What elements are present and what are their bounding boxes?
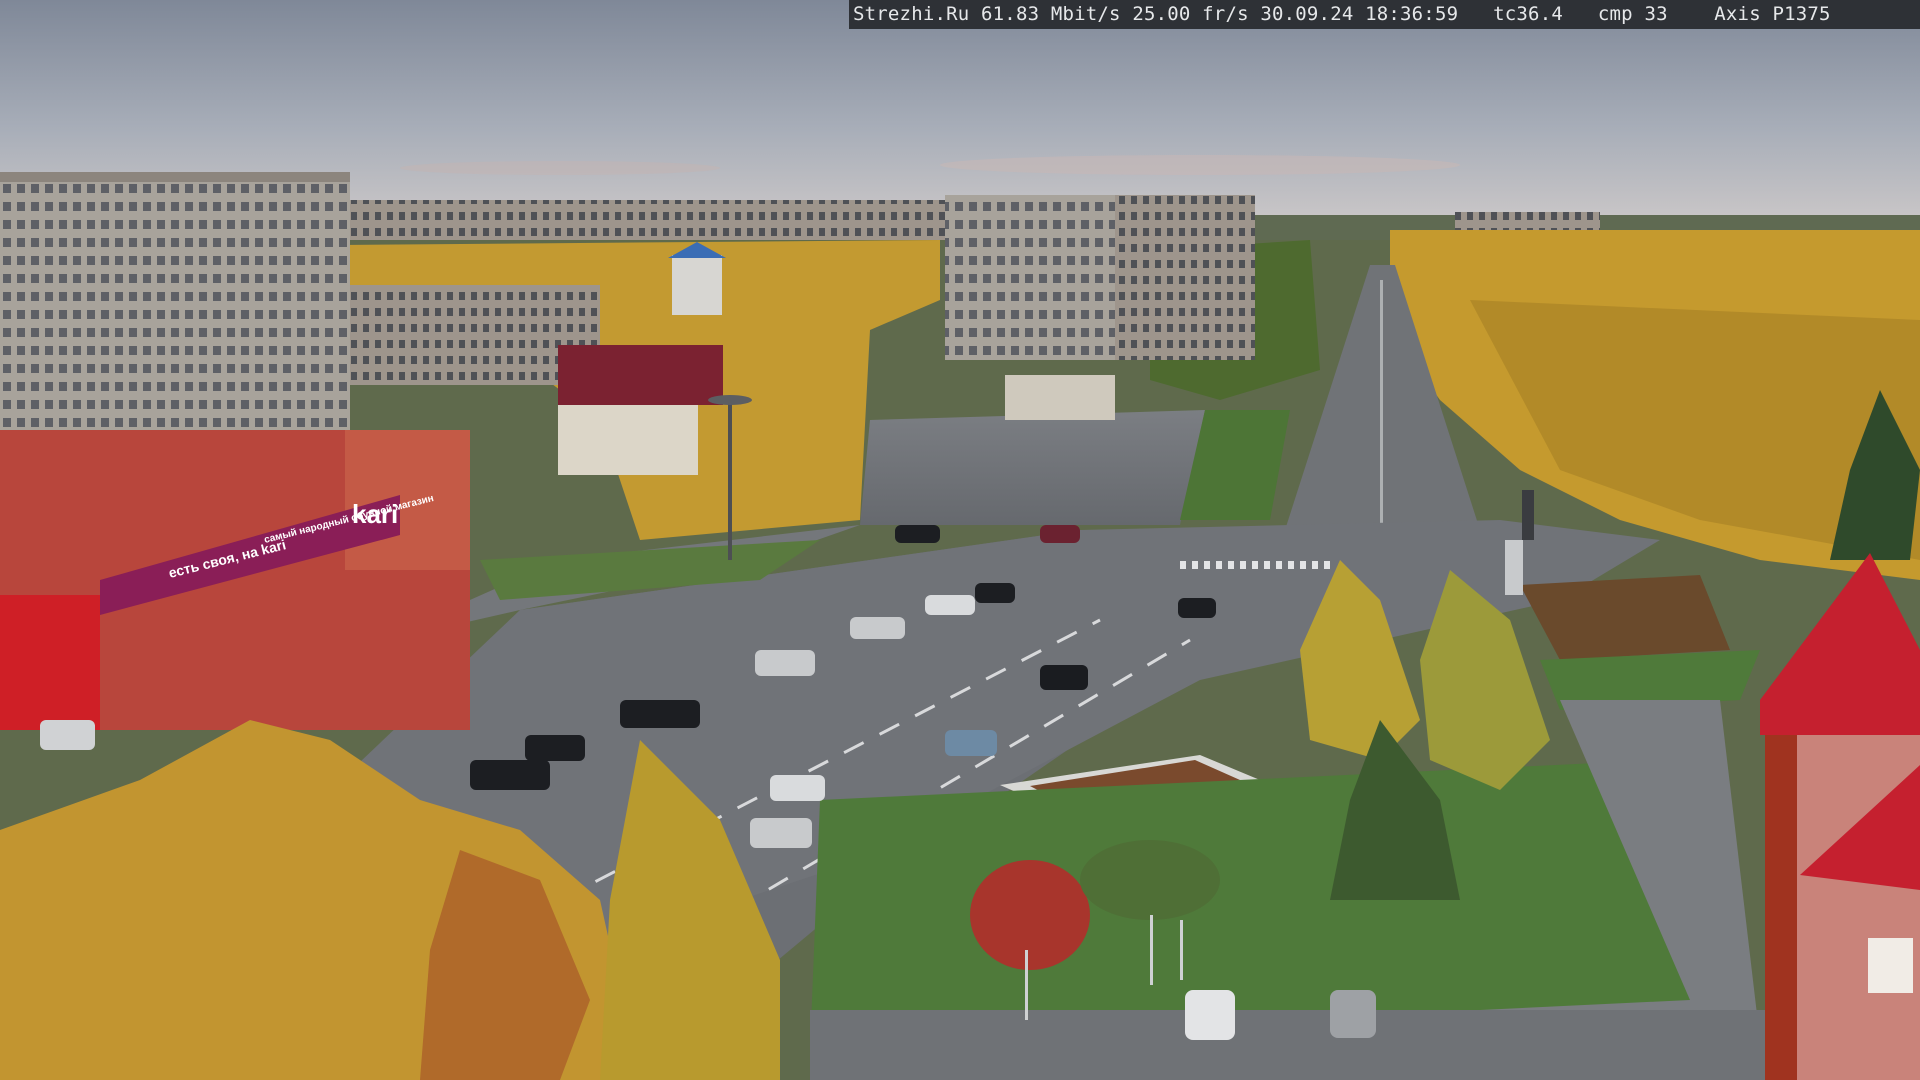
car [1040, 665, 1088, 690]
low-pavilion [1005, 375, 1115, 420]
cloud [940, 155, 1460, 175]
car [40, 720, 95, 750]
apartment-roof [0, 172, 350, 182]
building-column [1765, 735, 1797, 1080]
car [945, 730, 997, 756]
car [750, 818, 812, 848]
park-lamp [1150, 915, 1153, 985]
car [1178, 598, 1216, 618]
car [895, 525, 940, 543]
car [770, 775, 825, 801]
car [850, 617, 905, 639]
red-awning [0, 595, 100, 730]
building-window [1868, 938, 1913, 993]
maroon-building-lower [558, 405, 698, 475]
maroon-building [558, 345, 723, 405]
street-lamp-head [708, 395, 752, 405]
camera-info-overlay: Strezhi.Ru 61.83 Mbit/s 25.00 fr/s 30.09… [849, 0, 1920, 29]
city-webcam-scene: kari есть своя, на kari самый народный о… [0, 0, 1920, 1080]
car [755, 650, 815, 676]
park-lamp [1025, 950, 1028, 1020]
car [975, 583, 1015, 603]
car [525, 735, 585, 761]
monument-statue [1522, 490, 1534, 540]
avenue-median [1380, 280, 1383, 525]
car [1185, 990, 1235, 1040]
city-square [860, 410, 1205, 525]
car [1040, 525, 1080, 543]
bottom-parking [810, 1010, 1770, 1080]
monument-pedestal [1505, 540, 1523, 595]
car [470, 760, 550, 790]
street-lamp [728, 400, 732, 560]
cloud [400, 161, 720, 175]
green-shrub [1080, 840, 1220, 920]
car [620, 700, 700, 728]
red-shrub [970, 860, 1090, 970]
small-tower [672, 255, 722, 315]
tall-central-tower [1115, 195, 1255, 360]
car [1330, 990, 1376, 1038]
car [925, 595, 975, 615]
park-lamp [1180, 920, 1183, 980]
tall-central-building [945, 195, 1115, 360]
